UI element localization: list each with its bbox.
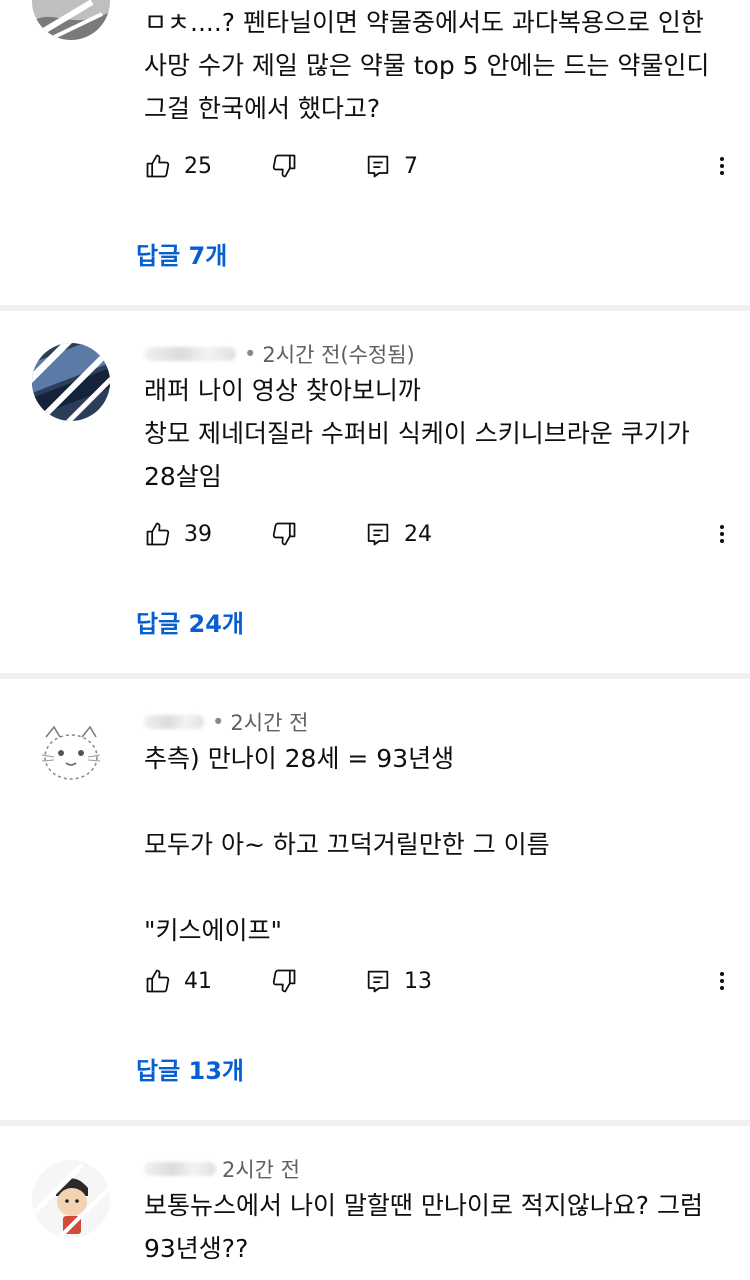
comment-meta: • 2시간 전(수정됨) bbox=[144, 339, 415, 369]
view-replies-link[interactable]: 답글 7개 bbox=[136, 236, 227, 271]
avatar-image bbox=[32, 343, 110, 421]
dislike-button[interactable] bbox=[270, 512, 298, 556]
comment-actions: 39 24 bbox=[144, 512, 734, 556]
divider bbox=[0, 1120, 750, 1126]
comment-line: 모두가 아~ 하고 끄덕거릴만한 그 이름 bbox=[144, 830, 550, 859]
separator-dot: • bbox=[244, 342, 257, 366]
comment-line: 보통뉴스에서 나이 말할땐 만나이로 적지않나요? 그럼 bbox=[144, 1191, 704, 1220]
like-button[interactable]: 25 bbox=[144, 144, 212, 188]
view-replies-link[interactable]: 답글 24개 bbox=[136, 604, 244, 639]
comment-text: 추측) 만나이 28세 = 93년생 모두가 아~ 하고 끄덕거릴만한 그 이름… bbox=[144, 737, 704, 952]
reply-button[interactable]: 24 bbox=[364, 512, 432, 556]
comment-text: 보통뉴스에서 나이 말할땐 만나이로 적지않나요? 그럼 93년생?? bbox=[144, 1184, 704, 1270]
comment-meta: 2시간 전 bbox=[144, 1154, 300, 1184]
comment-text: ㅁㅊ....? 펜타닐이면 약물중에서도 과다복용으로 인한 사망 수가 제일 … bbox=[144, 1, 710, 130]
comment-time: 2시간 전(수정됨) bbox=[262, 343, 415, 367]
reply-count: 24 bbox=[404, 521, 432, 547]
like-button[interactable]: 41 bbox=[144, 959, 212, 1003]
thumbs-down-icon bbox=[272, 154, 296, 178]
comment-icon bbox=[367, 970, 389, 993]
avatar[interactable] bbox=[32, 715, 110, 793]
comment-icon bbox=[367, 523, 389, 546]
comment-line bbox=[144, 780, 704, 823]
avatar-image bbox=[32, 0, 110, 40]
author-name[interactable] bbox=[144, 1162, 216, 1176]
thumbs-down-icon bbox=[272, 522, 296, 546]
more-button[interactable] bbox=[710, 144, 734, 188]
comment-line: 래퍼 나이 영상 찾아보니까 bbox=[144, 376, 421, 405]
thumbs-up-icon bbox=[146, 154, 170, 178]
comment-icon bbox=[367, 155, 389, 178]
avatar-image bbox=[32, 1160, 110, 1238]
comment-line: 93년생?? bbox=[144, 1234, 249, 1263]
comment-line bbox=[144, 866, 704, 909]
comment-time: 2시간 전 bbox=[222, 1158, 300, 1182]
avatar[interactable] bbox=[32, 343, 110, 421]
like-button[interactable]: 39 bbox=[144, 512, 212, 556]
more-vert-icon bbox=[720, 525, 724, 543]
divider bbox=[0, 673, 750, 679]
more-button[interactable] bbox=[710, 512, 734, 556]
comment-time: 2시간 전 bbox=[230, 711, 309, 735]
comment-line: 추측) 만나이 28세 = 93년생 bbox=[144, 744, 455, 773]
reply-count: 13 bbox=[404, 968, 432, 994]
more-vert-icon bbox=[720, 157, 724, 175]
like-count: 39 bbox=[184, 521, 212, 547]
comment-text: 래퍼 나이 영상 찾아보니까 창모 제네더질라 수퍼비 식케이 스키니브라운 쿠… bbox=[144, 369, 704, 498]
avatar-image bbox=[32, 715, 110, 793]
comment-line: 28살임 bbox=[144, 462, 222, 491]
author-name[interactable] bbox=[144, 347, 236, 361]
thumbs-up-icon bbox=[146, 522, 170, 546]
like-count: 25 bbox=[184, 153, 212, 179]
comment-line: 창모 제네더질라 수퍼비 식케이 스키니브라운 쿠기가 bbox=[144, 419, 690, 448]
more-vert-icon bbox=[720, 972, 724, 990]
dislike-button[interactable] bbox=[270, 144, 298, 188]
author-name[interactable] bbox=[144, 715, 204, 729]
more-button[interactable] bbox=[710, 959, 734, 1003]
comment-line: ㅁㅊ....? 펜타닐이면 약물중에서도 과다복용으로 인한 bbox=[144, 8, 704, 37]
comments-page: ㅁㅊ....? 펜타닐이면 약물중에서도 과다복용으로 인한 사망 수가 제일 … bbox=[0, 0, 750, 1280]
reply-button[interactable]: 7 bbox=[364, 144, 418, 188]
comment-line: 사망 수가 제일 많은 약물 top 5 안에는 드는 약물인디 bbox=[144, 51, 710, 80]
separator-dot: • bbox=[212, 710, 225, 734]
comment-line: "키스에이프" bbox=[144, 916, 282, 945]
comment-actions: 41 13 bbox=[144, 959, 734, 1003]
divider bbox=[0, 305, 750, 311]
comment-actions: 25 7 bbox=[144, 144, 734, 188]
thumbs-down-icon bbox=[272, 969, 296, 993]
reply-count: 7 bbox=[404, 153, 418, 179]
avatar[interactable] bbox=[32, 0, 110, 40]
dislike-button[interactable] bbox=[270, 959, 298, 1003]
comment-meta: • 2시간 전 bbox=[144, 707, 308, 737]
thumbs-up-icon bbox=[146, 969, 170, 993]
reply-button[interactable]: 13 bbox=[364, 959, 432, 1003]
comment-line: 그걸 한국에서 했다고? bbox=[144, 94, 381, 123]
view-replies-link[interactable]: 답글 13개 bbox=[136, 1051, 244, 1086]
like-count: 41 bbox=[184, 968, 212, 994]
avatar[interactable] bbox=[32, 1160, 110, 1238]
